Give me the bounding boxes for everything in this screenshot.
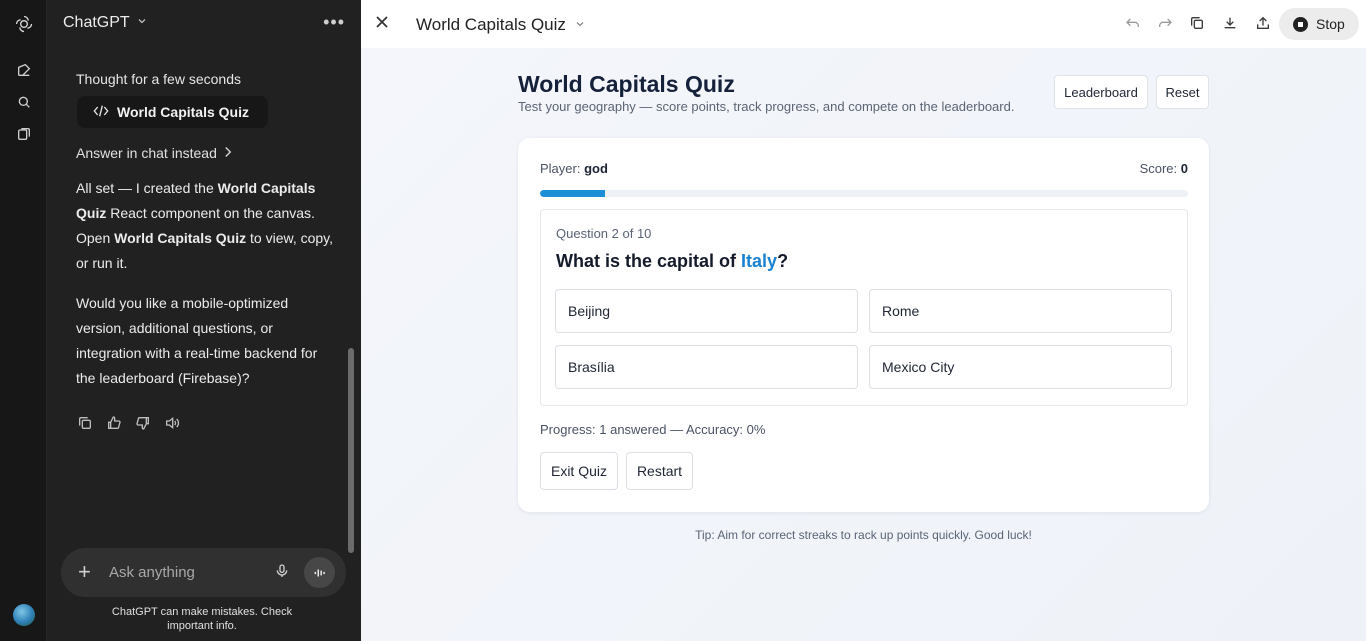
plus-icon[interactable]: + — [78, 561, 91, 583]
chevron-down-icon — [574, 15, 586, 35]
artifact-label: World Capitals Quiz — [117, 104, 249, 120]
thought-label[interactable]: Thought for a few seconds — [76, 71, 241, 87]
more-options-icon[interactable]: ••• — [323, 12, 345, 33]
quiz-subtitle: Test your geography — score points, trac… — [518, 99, 1015, 114]
redo-icon[interactable] — [1156, 14, 1174, 32]
search-icon[interactable] — [14, 92, 34, 112]
player-name: god — [584, 161, 608, 176]
left-rail — [0, 0, 47, 641]
progress-stats: Progress: 1 answered — Accuracy: 0% — [540, 422, 766, 437]
chevron-down-icon — [136, 14, 148, 32]
user-avatar[interactable] — [13, 604, 35, 626]
score-label: Score: — [1139, 161, 1178, 176]
score-value: 0 — [1180, 161, 1188, 176]
composer-input[interactable]: Ask anything — [109, 564, 195, 581]
canvas-panel: World Capitals Quiz Stop World Capitals … — [361, 0, 1366, 641]
code-icon — [93, 104, 109, 121]
undo-icon[interactable] — [1124, 14, 1142, 32]
download-icon[interactable] — [1221, 14, 1239, 32]
openai-logo-icon[interactable] — [14, 14, 34, 34]
quiz-card: Player: god Score: 0 Question 2 of 10 Wh… — [518, 138, 1209, 512]
quiz-title: World Capitals Quiz — [518, 71, 735, 97]
player-info: Player: god — [540, 161, 608, 176]
message-actions — [76, 414, 181, 432]
artifact-button[interactable]: World Capitals Quiz — [77, 96, 268, 128]
canvas-toolbar: World Capitals Quiz Stop — [361, 0, 1366, 48]
answer-option[interactable]: Beijing — [555, 289, 858, 333]
document-title[interactable]: World Capitals Quiz — [416, 15, 586, 35]
model-selector[interactable]: ChatGPT — [63, 14, 148, 32]
library-icon[interactable] — [14, 124, 34, 144]
assistant-message: All set — I created the World Capitals Q… — [76, 176, 338, 406]
message-paragraph-2: Would you like a mobile-optimized versio… — [76, 295, 318, 386]
answer-option[interactable]: Rome — [869, 289, 1172, 333]
copy-icon[interactable] — [1188, 14, 1206, 32]
restart-button[interactable]: Restart — [626, 452, 693, 490]
app-name: ChatGPT — [63, 14, 130, 31]
message-text: All set — I created the — [76, 180, 218, 196]
answer-link-label: Answer in chat instead — [76, 145, 217, 161]
microphone-icon[interactable] — [274, 562, 290, 585]
stop-icon — [1293, 16, 1308, 32]
chat-scrollbar[interactable] — [348, 348, 354, 553]
share-icon[interactable] — [1254, 14, 1272, 32]
exit-quiz-button[interactable]: Exit Quiz — [540, 452, 618, 490]
question-text: What is the capital of Italy? — [556, 251, 788, 272]
progress-fill — [540, 190, 605, 197]
copy-icon[interactable] — [76, 414, 94, 432]
answer-in-chat-link[interactable]: Answer in chat instead — [76, 145, 233, 161]
answer-option[interactable]: Mexico City — [869, 345, 1172, 389]
answer-option[interactable]: Brasília — [555, 345, 858, 389]
read-aloud-icon[interactable] — [163, 414, 181, 432]
player-label: Player: — [540, 161, 581, 176]
thumbs-down-icon[interactable] — [134, 414, 152, 432]
thumbs-up-icon[interactable] — [105, 414, 123, 432]
question-number: Question 2 of 10 — [556, 226, 652, 241]
chevron-right-icon — [223, 145, 233, 161]
score-info: Score: 0 — [1140, 161, 1188, 176]
question-country: Italy — [741, 251, 778, 271]
disclaimer: ChatGPT can make mistakes. Check importa… — [111, 606, 293, 632]
leaderboard-button[interactable]: Leaderboard — [1054, 75, 1148, 109]
question-box: Question 2 of 10 What is the capital of … — [540, 209, 1188, 406]
stop-button[interactable]: Stop — [1279, 8, 1359, 40]
close-icon[interactable] — [375, 13, 389, 34]
message-paragraph-1: All set — I created the World Capitals Q… — [76, 176, 338, 276]
question-prefix: What is the capital of — [556, 251, 742, 271]
new-chat-icon[interactable] — [14, 60, 34, 80]
progress-bar — [540, 190, 1188, 197]
message-bold: World Capitals Quiz — [114, 230, 247, 246]
composer[interactable]: + Ask anything — [61, 548, 346, 597]
question-suffix: ? — [777, 251, 789, 271]
voice-mode-icon[interactable] — [304, 557, 335, 588]
chat-panel: ChatGPT ••• Thought for a few seconds Wo… — [47, 0, 361, 641]
document-title-label: World Capitals Quiz — [416, 15, 566, 34]
reset-button[interactable]: Reset — [1156, 75, 1209, 109]
tip-text: Tip: Aim for correct streaks to rack up … — [695, 528, 1032, 542]
stop-label: Stop — [1316, 16, 1345, 32]
